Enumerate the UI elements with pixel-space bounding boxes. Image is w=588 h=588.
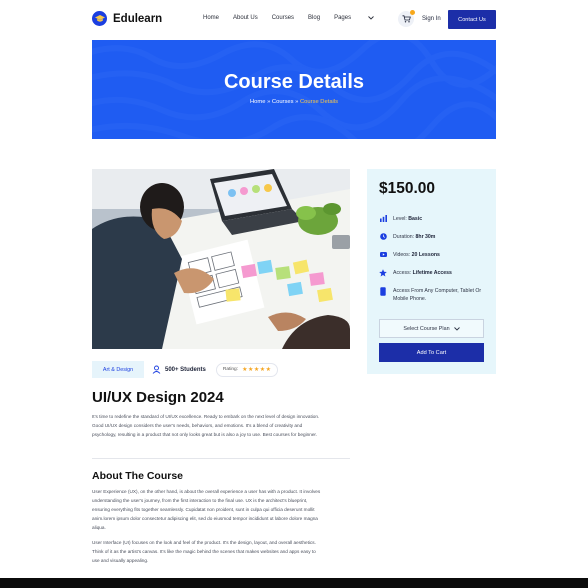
level-value: Basic [408, 216, 423, 222]
sign-in-link[interactable]: Sign In [422, 16, 441, 22]
contact-us-button[interactable]: Contact Us [448, 10, 496, 29]
about-paragraph-2: User Interface (UI) focuses on the look … [92, 540, 316, 563]
rating-pill: Rating: ★★★★★ [215, 362, 279, 377]
clock-icon [379, 233, 387, 240]
mobile-icon [379, 287, 387, 296]
page-title: Course Details [223, 71, 365, 93]
breadcrumb-separator: » [295, 99, 299, 105]
nav-pages-label: Pages [334, 15, 352, 21]
course-title: UI/UX Design 2024 [92, 389, 224, 406]
main-nav: Home About Us Courses Blog Pages [203, 15, 388, 21]
course-info-list: Level: Basic Duration: 8hr 30m Videos: 2… [379, 215, 489, 313]
rating-label: Rating: [222, 367, 239, 372]
videos-label: Videos: [393, 252, 411, 258]
graduation-cap-icon [92, 11, 107, 26]
course-intro: It's time to redefine the standard of UI… [92, 414, 320, 437]
course-photo-illustration [92, 169, 350, 349]
info-level: Level: Basic [379, 215, 489, 223]
course-sidebar: $150.00 Level: Basic Duration: 8hr 30m V… [367, 169, 496, 374]
nav-item-about[interactable]: About Us [233, 15, 258, 21]
chevron-down-icon [453, 326, 460, 331]
course-plan-select[interactable]: Select Course Plan [379, 319, 484, 338]
cart-badge [410, 10, 415, 15]
duration-label: Duration: [393, 234, 415, 240]
access-value: Lifetime Access [412, 270, 452, 276]
devices-text: Access From Any Computer, Tablet Or Mobi… [393, 288, 482, 302]
nav-item-home[interactable]: Home [203, 15, 219, 21]
breadcrumb-courses[interactable]: Courses [272, 99, 294, 105]
star-badge-icon [379, 269, 387, 277]
user-icon [152, 365, 161, 374]
duration-value: 8hr 30m [415, 234, 436, 240]
nav-item-blog[interactable]: Blog [308, 15, 320, 21]
footer-edge [0, 578, 588, 588]
course-price: $150.00 [379, 180, 436, 197]
cart-icon [402, 15, 411, 23]
divider [92, 458, 350, 459]
breadcrumb-separator: » [267, 99, 271, 105]
breadcrumb-home[interactable]: Home [250, 99, 265, 105]
course-image [92, 169, 350, 349]
star-icon: ★★★★★ [242, 367, 272, 373]
info-devices: Access From Any Computer, Tablet Or Mobi… [379, 287, 489, 303]
logo[interactable]: Edulearn [92, 11, 162, 26]
about-paragraph-1: User Experience (UX), on the other hand,… [92, 489, 321, 530]
access-label: Access: [393, 270, 412, 276]
breadcrumb-current: Course Details [300, 99, 339, 105]
about-heading: About The Course [92, 470, 183, 482]
videos-value: 20 Lessons [411, 252, 440, 258]
add-to-cart-button[interactable]: Add To Cart [379, 343, 484, 362]
select-plan-label: Select Course Plan [403, 325, 450, 332]
site-header: Edulearn Home About Us Courses Blog Page… [0, 0, 588, 40]
nav-item-pages[interactable]: Pages [334, 15, 374, 21]
page-hero: Course Details Home » Courses » Course D… [92, 40, 496, 139]
cart-button[interactable] [398, 10, 415, 27]
bar-chart-icon [379, 215, 387, 222]
info-videos: Videos: 20 Lessons [379, 251, 489, 259]
course-meta: Art & Design 500+ Students Rating: ★★★★★ [92, 361, 279, 378]
chevron-down-icon [368, 16, 374, 20]
category-tag[interactable]: Art & Design [92, 361, 144, 378]
breadcrumb: Home » Courses » Course Details [92, 99, 496, 105]
video-icon [379, 251, 387, 258]
nav-item-courses[interactable]: Courses [272, 15, 294, 21]
brand-name: Edulearn [113, 12, 163, 25]
info-duration: Duration: 8hr 30m [379, 233, 489, 241]
info-access: Access: Lifetime Access [379, 269, 489, 277]
students-label: 500+ Students [165, 366, 206, 373]
level-label: Level: [393, 216, 407, 222]
students-count: 500+ Students [152, 365, 206, 374]
